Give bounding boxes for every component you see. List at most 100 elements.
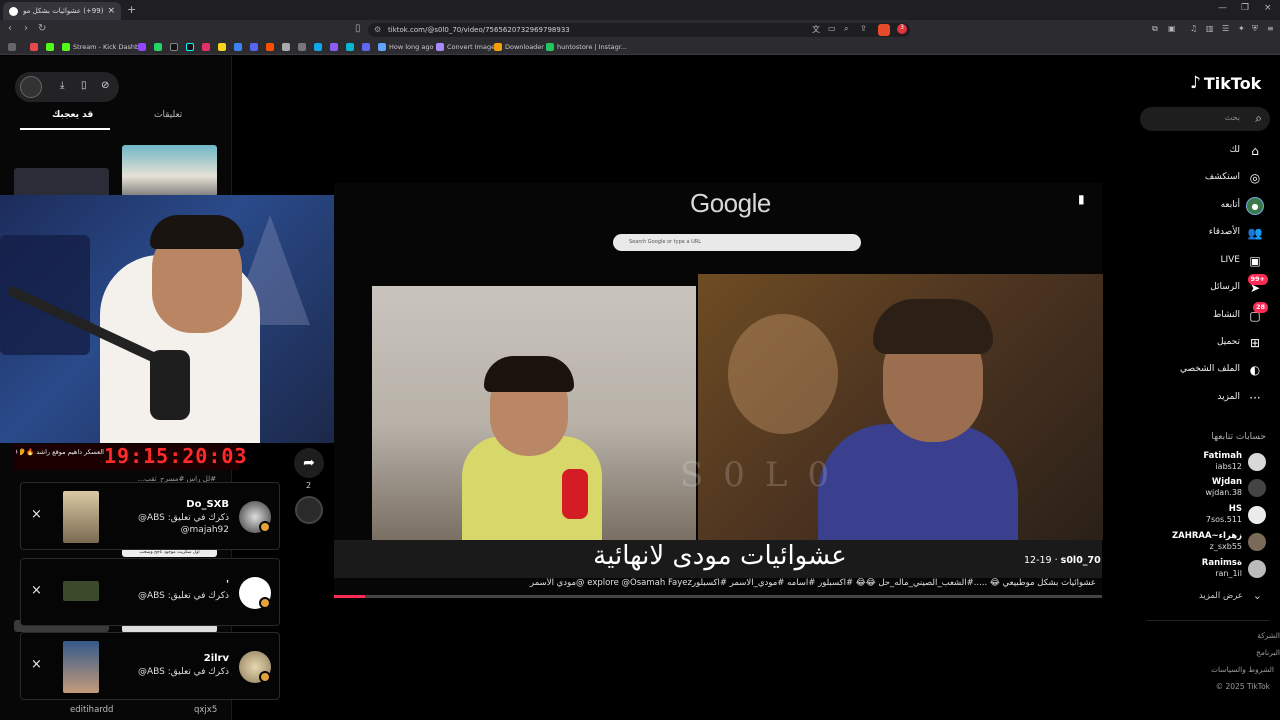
whatsapp-icon[interactable] xyxy=(154,43,162,51)
vpn-icon[interactable]: ⛨ xyxy=(1252,24,1258,34)
ai-icon[interactable]: ✦ xyxy=(1238,24,1245,33)
notification-card[interactable]: × Do_SXB ذكرك في تعليق: ABS@ @majah92 xyxy=(20,482,280,550)
apps-icon[interactable] xyxy=(8,43,16,51)
sidebar-nav-item[interactable]: الأصدقاء 👥 xyxy=(1140,223,1270,243)
share-icon[interactable]: ⇪ xyxy=(860,24,867,33)
following-avatar-icon: ● xyxy=(1246,197,1264,215)
reading-list-icon[interactable]: ☰ xyxy=(1222,24,1229,33)
sound-disc[interactable] xyxy=(295,496,323,524)
footer-program-link[interactable]: البرنامج xyxy=(1256,648,1280,657)
bookmark-how-long-ago[interactable]: How long ago xyxy=(378,43,433,51)
reload-button[interactable]: ↻ xyxy=(38,23,46,34)
share-button[interactable]: ➦ xyxy=(294,448,324,478)
suggested-username[interactable]: editihardd xyxy=(70,705,113,715)
bookmark-kick-dashboard[interactable]: Stream - Kick Dashb... xyxy=(62,43,145,51)
instagram-icon[interactable] xyxy=(202,43,210,51)
site-icon[interactable] xyxy=(266,43,274,51)
notification-username[interactable]: ' xyxy=(226,579,229,590)
notification-username[interactable]: Do_SXB xyxy=(186,499,229,510)
sidebar-nav-item[interactable]: الرسائل ➤ 99+ xyxy=(1140,274,1270,298)
site-icon-3[interactable] xyxy=(314,43,322,51)
extensions-icon[interactable]: ⧉ xyxy=(1152,24,1158,34)
cast-icon[interactable]: ▭ xyxy=(828,24,836,33)
tiktok-icon[interactable] xyxy=(186,43,194,51)
footer-terms-link[interactable]: الشروط والسياسات xyxy=(1211,665,1274,674)
blurred-hand xyxy=(728,314,838,434)
search-input[interactable]: بحث ⌕ xyxy=(1140,107,1270,131)
close-icon[interactable]: × xyxy=(31,583,42,598)
tiktok-logo[interactable]: ♪ TikTok xyxy=(1190,73,1261,93)
twitch-icon[interactable] xyxy=(138,43,146,51)
translate-icon[interactable]: 文 xyxy=(812,24,820,35)
site-icon-4[interactable] xyxy=(330,43,338,51)
maximize-button[interactable]: ❐ xyxy=(1241,3,1249,13)
site-icon-5[interactable] xyxy=(346,43,354,51)
x-icon[interactable] xyxy=(170,43,178,51)
notification-card[interactable]: × 2ilrv ذكرك في تعليق: ABS@ xyxy=(20,632,280,700)
menu-icon[interactable]: ≡ xyxy=(1267,24,1274,33)
bookmark-huntostore[interactable]: huntostore | Instagr... xyxy=(546,43,627,51)
following-account[interactable]: Fatimah iabs12 xyxy=(1140,450,1270,476)
snapchat-icon[interactable] xyxy=(218,43,226,51)
site-icon-2[interactable] xyxy=(282,43,290,51)
notification-thumbnail[interactable] xyxy=(63,641,99,693)
close-window-button[interactable]: × xyxy=(1264,3,1272,13)
close-icon[interactable]: × xyxy=(31,507,42,522)
screenshot-icon[interactable]: ▣ xyxy=(1168,24,1176,33)
sidebar-nav-item[interactable]: الملف الشخصي ◐ xyxy=(1140,360,1270,380)
notification-thumbnail[interactable] xyxy=(63,581,99,601)
bookmark-downloader[interactable]: Downloader xyxy=(494,43,544,51)
drive-icon[interactable] xyxy=(234,43,242,51)
sidebar-nav-item[interactable]: استكشف ◎ xyxy=(1140,168,1270,188)
compass-icon[interactable]: ⊘ xyxy=(101,80,109,91)
site-icon-6[interactable] xyxy=(362,43,370,51)
browser-tab[interactable]: (99+) عشوائيات بشكل موطبيعي... × xyxy=(3,2,121,20)
bookmark-icon[interactable] xyxy=(30,43,38,51)
bookmark-convert-image[interactable]: Convert Image xyxy=(436,43,495,51)
search-icon[interactable]: ⌕ xyxy=(1255,111,1262,126)
video-author[interactable]: s0l0_70 xyxy=(1061,555,1101,566)
see-more-button[interactable]: عرض المزيد ⌄ xyxy=(1140,589,1270,605)
github-icon[interactable] xyxy=(298,43,306,51)
sidebar-nav-item[interactable]: LIVE ▣ xyxy=(1140,251,1270,271)
bookmark-icon[interactable]: ▯ xyxy=(355,23,361,34)
minimize-button[interactable]: — xyxy=(1218,3,1227,13)
sidebar-nav-item[interactable]: تحميل ⊞ xyxy=(1140,333,1270,353)
zoom-icon[interactable]: ⌕ xyxy=(844,24,848,34)
sidebar-nav-item[interactable]: أتابعه ● xyxy=(1140,196,1270,216)
following-account[interactable]: HS 7sos.511 xyxy=(1140,503,1270,529)
rewards-badge[interactable]: 3 xyxy=(897,24,907,34)
forward-button[interactable]: › xyxy=(24,23,28,34)
tab-comments[interactable]: تعليقات xyxy=(154,110,182,120)
kick-icon[interactable] xyxy=(46,43,54,51)
video-thumbnail[interactable] xyxy=(122,145,217,197)
following-account[interactable]: ZAHRAA~زهراء z_sxb55 xyxy=(1140,530,1270,556)
tab-you-may-like[interactable]: قد يعجبك xyxy=(52,110,93,120)
notification-username[interactable]: 2ilrv xyxy=(204,653,229,664)
download-icon[interactable]: ⤓ xyxy=(60,80,64,91)
sidebar-nav-item[interactable]: المزيد ··· xyxy=(1140,388,1270,408)
media-icon[interactable]: ♫ xyxy=(1190,24,1197,33)
following-account[interactable]: Wjdan wjdan.38 xyxy=(1140,476,1270,502)
footer-company-link[interactable]: الشركة xyxy=(1257,631,1280,640)
account-avatar xyxy=(1248,560,1266,578)
notification-thumbnail[interactable] xyxy=(63,491,99,543)
new-tab-button[interactable]: + xyxy=(127,3,136,16)
video-thumbnail[interactable] xyxy=(14,168,109,198)
brave-shield-icon[interactable] xyxy=(878,24,890,36)
suggested-username[interactable]: qxjx5 xyxy=(194,705,217,715)
video-caption: عشوائيات مودى لانهائية xyxy=(593,541,847,571)
sidebar-icon[interactable]: ▥ xyxy=(1206,24,1214,33)
phone-icon[interactable]: ▯ xyxy=(81,80,87,91)
creator-avatar[interactable] xyxy=(20,76,42,98)
discord-icon[interactable] xyxy=(250,43,258,51)
following-account[interactable]: Ranimsة ran_1il xyxy=(1140,557,1270,583)
site-info-icon[interactable]: ⚙ xyxy=(374,25,381,34)
notification-card[interactable]: × ' ذكرك في تعليق: ABS@ xyxy=(20,558,280,626)
close-icon[interactable]: × xyxy=(31,657,42,672)
sidebar-nav-item[interactable]: النشاط ▢ 28 xyxy=(1140,302,1270,326)
back-button[interactable]: ‹ xyxy=(8,23,12,34)
sidebar-nav-item[interactable]: لك ⌂ xyxy=(1140,141,1270,161)
video-progress-bar[interactable] xyxy=(334,595,1102,598)
tab-close-icon[interactable]: × xyxy=(107,6,115,16)
